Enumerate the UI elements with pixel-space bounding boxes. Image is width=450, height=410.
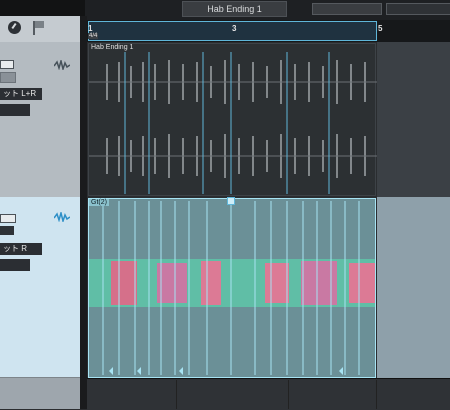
track-header-1[interactable]: ット L+R [0, 42, 80, 198]
bottom-strip [87, 378, 450, 410]
track1-output-select[interactable]: ット L+R [0, 88, 42, 100]
ruler-mark-1: 1 [88, 24, 93, 33]
strip-divider-2 [288, 380, 289, 409]
ruler-loop-tag: 4/4 [88, 33, 99, 39]
left-footer [0, 378, 80, 409]
ruler-mark-3: 3 [232, 24, 237, 33]
clip2-label: Gt(2) [89, 199, 109, 206]
clip1-label: Hab Ending 1 [89, 44, 136, 51]
toolbar-field-right-2[interactable] [386, 3, 450, 15]
toolbar-left-area [0, 0, 85, 16]
ruler-mark-5: 5 [378, 24, 383, 33]
clip2-fade-handle[interactable] [227, 197, 235, 205]
strip-divider-1 [176, 380, 177, 409]
track1-empty-lane[interactable] [377, 42, 450, 197]
track2-input-select[interactable] [0, 259, 30, 271]
clip1-waveform [89, 52, 377, 194]
toolbar-field-right[interactable] [312, 3, 382, 15]
audio-clip-2[interactable] [88, 198, 376, 378]
metronome-icon[interactable] [8, 21, 21, 34]
track2-mini-input[interactable] [0, 214, 16, 223]
track1-input-select[interactable] [0, 104, 30, 116]
clip2-waveform [89, 201, 375, 375]
clip-name-field[interactable]: Hab Ending 1 [182, 1, 287, 17]
waveform-icon[interactable] [54, 60, 70, 70]
track2-empty-lane[interactable] [377, 197, 450, 378]
audio-clip-1[interactable] [88, 43, 377, 196]
track2-volume-bar[interactable] [0, 226, 14, 235]
track1-mini-input[interactable] [0, 60, 14, 69]
strip-divider-3 [376, 380, 377, 409]
panel-divider[interactable] [80, 16, 87, 409]
flag-icon[interactable] [33, 21, 44, 35]
track1-volume-bar[interactable] [0, 72, 16, 83]
waveform-icon[interactable] [54, 212, 70, 222]
track-tools-row [0, 16, 80, 43]
track2-output-select[interactable]: ット R [0, 243, 42, 255]
track-header-2[interactable]: ット R [0, 197, 80, 378]
